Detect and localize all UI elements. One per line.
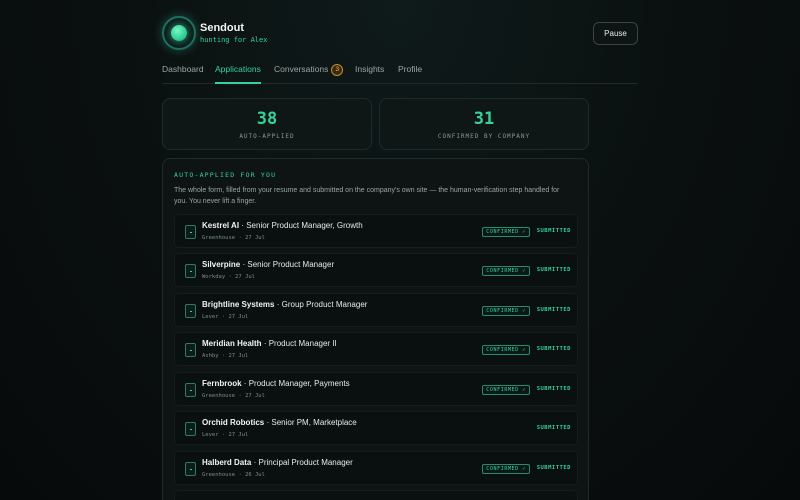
role-name: Group Product Manager bbox=[281, 300, 368, 309]
role-name: Product Manager, Payments bbox=[248, 379, 350, 388]
status-label: SUBMITTED bbox=[536, 267, 571, 273]
application-row[interactable]: Orchid Robotics · Senior PM, Marketplace… bbox=[174, 411, 578, 445]
application-row[interactable]: Silverpine · Senior Product Manager Work… bbox=[174, 253, 578, 287]
confirmed-badge: CONFIRMED ✓ bbox=[482, 385, 530, 395]
confirmed-badge: CONFIRMED ✓ bbox=[482, 464, 530, 474]
company-name: Halberd Data bbox=[202, 458, 252, 467]
application-title: Orchid Robotics · Senior PM, Marketplace bbox=[202, 418, 357, 427]
application-title: Meridian Health · Product Manager II bbox=[202, 339, 337, 348]
role-name: Senior Product Manager, Growth bbox=[246, 221, 363, 230]
app-header: Sendout hunting for Alex Pause bbox=[162, 16, 638, 52]
company-name: Orchid Robotics bbox=[202, 418, 265, 427]
tab-insights[interactable]: Insights bbox=[355, 64, 384, 84]
application-meta: Lever · 27 Jul bbox=[202, 314, 249, 320]
orb-icon bbox=[171, 25, 187, 41]
status-label: SUBMITTED bbox=[536, 386, 571, 392]
document-icon bbox=[185, 264, 196, 278]
stat-card-auto-applied: 38 AUTO-APPLIED bbox=[162, 98, 372, 150]
conversations-count-badge: 3 bbox=[331, 64, 344, 76]
app-title: Sendout bbox=[200, 22, 244, 34]
application-meta: Workday · 27 Jul bbox=[202, 274, 255, 280]
stat-label: AUTO-APPLIED bbox=[239, 133, 295, 140]
application-title: Halberd Data · Principal Product Manager bbox=[202, 458, 353, 467]
company-name: Meridian Health bbox=[202, 339, 262, 348]
application-meta: Lever · 27 Jul bbox=[202, 432, 249, 438]
stat-value: 31 bbox=[473, 109, 495, 129]
panel-description: The whole form, filled from your resume … bbox=[174, 187, 560, 205]
app-subtitle: hunting for Alex bbox=[200, 36, 268, 44]
document-icon bbox=[185, 383, 196, 397]
tab-profile[interactable]: Profile bbox=[398, 64, 422, 84]
auto-applied-panel: AUTO-APPLIED FOR YOU The whole form, fil… bbox=[162, 158, 589, 500]
application-meta: Greenhouse · 27 Jul bbox=[202, 393, 265, 399]
application-title: Silverpine · Senior Product Manager bbox=[202, 260, 335, 269]
company-name: Fernbrook bbox=[202, 379, 242, 388]
status-label: SUBMITTED bbox=[536, 346, 571, 352]
document-icon bbox=[185, 304, 196, 318]
company-name: Silverpine bbox=[202, 260, 241, 269]
stat-card-confirmed: 31 CONFIRMED BY COMPANY bbox=[379, 98, 589, 150]
application-title: Fernbrook · Product Manager, Payments bbox=[202, 379, 350, 388]
status-label: SUBMITTED bbox=[536, 228, 571, 234]
role-name: Senior Product Manager bbox=[247, 260, 335, 269]
company-name: Brightline Systems bbox=[202, 300, 275, 309]
document-icon bbox=[185, 462, 196, 476]
panel-title: AUTO-APPLIED FOR YOU bbox=[174, 171, 277, 179]
nav-tabs: Dashboard Applications Conversations 3 In… bbox=[162, 60, 638, 84]
application-title: Kestrel AI · Senior Product Manager, Gro… bbox=[202, 221, 363, 230]
company-name: Kestrel AI bbox=[202, 221, 240, 230]
tab-conversations-label: Conversations bbox=[274, 64, 329, 74]
role-name: Principal Product Manager bbox=[258, 458, 353, 467]
avatar bbox=[162, 16, 196, 50]
application-meta: Greenhouse · 26 Jul bbox=[202, 472, 265, 478]
application-meta: Ashby · 27 Jul bbox=[202, 353, 249, 359]
application-row-partial[interactable] bbox=[174, 490, 578, 500]
role-name: Senior PM, Marketplace bbox=[271, 418, 357, 427]
application-row[interactable]: Meridian Health · Product Manager II Ash… bbox=[174, 332, 578, 366]
application-row[interactable]: Halberd Data · Principal Product Manager… bbox=[174, 451, 578, 485]
application-meta: Greenhouse · 27 Jul bbox=[202, 235, 265, 241]
document-icon bbox=[185, 422, 196, 436]
stat-value: 38 bbox=[256, 109, 278, 129]
application-row[interactable]: Brightline Systems · Group Product Manag… bbox=[174, 293, 578, 327]
application-title: Brightline Systems · Group Product Manag… bbox=[202, 300, 368, 309]
tab-dashboard[interactable]: Dashboard bbox=[162, 64, 204, 84]
tab-applications[interactable]: Applications bbox=[215, 64, 261, 84]
application-row[interactable]: Kestrel AI · Senior Product Manager, Gro… bbox=[174, 214, 578, 248]
status-label: SUBMITTED bbox=[536, 465, 571, 471]
confirmed-badge: CONFIRMED ✓ bbox=[482, 266, 530, 276]
document-icon bbox=[185, 343, 196, 357]
confirmed-badge: CONFIRMED ✓ bbox=[482, 227, 530, 237]
document-icon bbox=[185, 225, 196, 239]
status-label: SUBMITTED bbox=[536, 425, 571, 431]
stat-label: CONFIRMED BY COMPANY bbox=[437, 133, 531, 140]
tab-conversations[interactable]: Conversations 3 bbox=[274, 64, 344, 84]
confirmed-badge: CONFIRMED ✓ bbox=[482, 345, 530, 355]
pause-button[interactable]: Pause bbox=[593, 22, 638, 45]
role-name: Product Manager II bbox=[268, 339, 337, 348]
confirmed-badge: CONFIRMED ✓ bbox=[482, 306, 530, 316]
status-label: SUBMITTED bbox=[536, 307, 571, 313]
application-row[interactable]: Fernbrook · Product Manager, Payments Gr… bbox=[174, 372, 578, 406]
